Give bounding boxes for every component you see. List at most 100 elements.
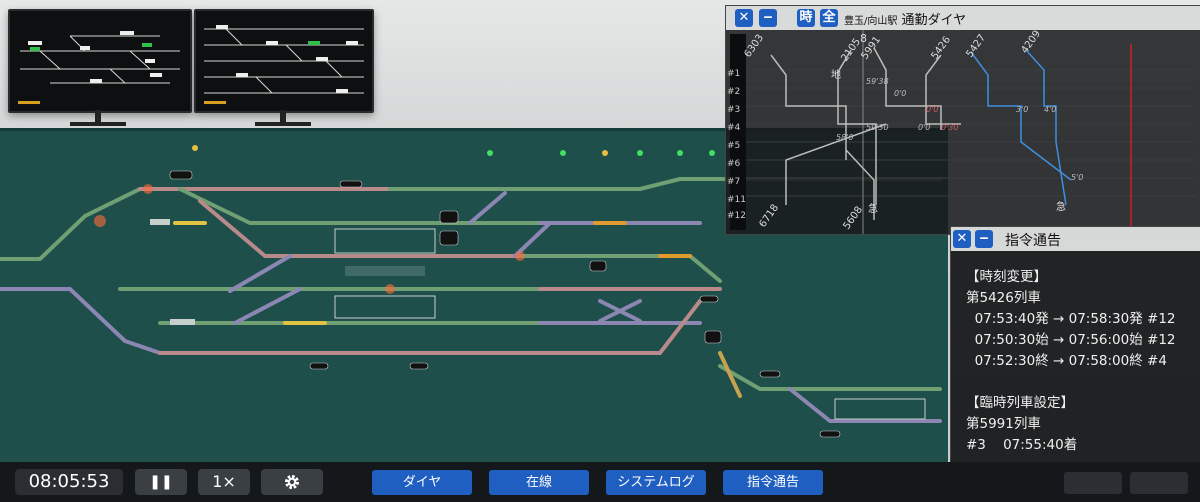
train-diagram[interactable]: 8 #1 #2 #3 #4 #5 #6 #7 #11 #12 6303 2105… [726,30,1200,234]
clock-display: 08:05:53 [15,469,123,495]
overview-map-right [204,25,364,104]
track-label: #4 [727,123,741,133]
signal-head[interactable] [699,295,719,303]
gear-icon [285,475,299,489]
track-label: #5 [727,141,740,151]
track-label: #1 [727,69,740,79]
close-icon[interactable]: ✕ [735,9,753,27]
time-label: 4'0 [1044,105,1056,114]
tab-system-log[interactable]: システムログ [606,470,706,495]
orders-window: ✕ ‒ 指令通告 【時刻変更】 第5426列車 07:53:40発 → 07:5… [950,226,1200,464]
order-line: 【臨時列車設定】 [966,395,1074,411]
train-number: 2105 [839,37,863,64]
signal-lamp [560,150,566,156]
signal-glow [385,284,395,294]
time-label: 0'30 [941,123,958,132]
minimize-icon[interactable]: ‒ [975,230,993,248]
track-label: #12 [727,211,746,221]
signal-head[interactable] [409,362,429,370]
train-number: 5608 [841,205,865,232]
signal-glow [143,184,153,194]
station-name: 豊玉/向山駅 [844,16,898,27]
track-label: #2 [727,87,740,97]
diagram-titlebar: ✕ ‒ 時 全 豊玉/向山駅 通勤ダイヤ [726,6,1200,30]
diagram-window: ✕ ‒ 時 全 豊玉/向山駅 通勤ダイヤ 8 #1 #2 #3 #4 #5 #6… [725,5,1200,235]
time-label: 3'0 [1016,105,1028,114]
track-3b[interactable] [518,254,722,283]
time-label: 0'0 [926,105,938,114]
train-line-4209[interactable] [1025,49,1067,206]
all-view-button[interactable]: 全 [820,9,838,27]
track-12[interactable] [788,387,942,423]
hour-view-button[interactable]: 時 [797,9,815,27]
train-number: 5427 [964,33,988,60]
station-nameplate [345,266,425,276]
orders-titlebar: ✕ ‒ 指令通告 [951,227,1200,251]
train-line-5991[interactable] [873,47,942,130]
track-label: #6 [727,159,741,169]
orders-content: 【時刻変更】 第5426列車 07:53:40発 → 07:58:30発 #12… [966,267,1197,456]
disabled-button [1064,472,1122,494]
time-label: 58'0 [836,133,853,142]
time-label: 0'0 [918,123,930,132]
signal-head[interactable] [704,330,722,344]
train-type-label: 地 [831,68,841,81]
platform-outline [334,295,436,319]
speed-button[interactable]: 1× [198,469,250,495]
signal-glow [94,215,106,227]
train-type-label: 急 [1056,200,1066,213]
signal-lamp [602,150,608,156]
signal-lamp [487,150,493,156]
simulator-scene: ✕ ‒ 時 全 豊玉/向山駅 通勤ダイヤ 8 #1 #2 #3 #4 #5 #6… [0,0,1200,502]
platform-outline [334,228,436,254]
time-label: 59'30 [866,123,889,132]
buffer-stop [170,319,195,325]
settings-button[interactable] [261,469,323,495]
signal-head[interactable] [819,430,841,438]
signal-head[interactable] [339,180,363,188]
train-number: 4209 [1019,30,1043,56]
diagram-name: 通勤ダイヤ [901,13,967,28]
order-line: 07:50:30始 → 07:56:00始 #12 [966,332,1176,348]
signal-head[interactable] [309,362,329,370]
minimize-icon[interactable]: ‒ [759,9,777,27]
order-line: 07:52:30終 → 07:58:00終 #4 [966,353,1167,369]
train-type-label: 急 [868,202,878,215]
signal-lamp [192,145,198,151]
order-line: 【時刻変更】 [966,269,1047,285]
order-line: #3 07:55:40着 [966,437,1078,453]
close-icon[interactable]: ✕ [953,230,971,248]
signal-lamp [637,150,643,156]
diagram-title: 豊玉/向山駅 通勤ダイヤ [844,9,966,28]
monitor-stand [255,122,311,126]
tab-orders[interactable]: 指令通告 [723,470,823,495]
signal-glow [515,251,525,261]
tab-diagram[interactable]: ダイヤ [372,470,472,495]
overview-map-left [18,31,180,104]
train-number: 6718 [757,203,781,230]
left-overview-monitor [8,9,192,113]
signal-head[interactable] [589,260,607,272]
order-line: 第5991列車 [966,416,1041,432]
order-line: 第5426列車 [966,290,1041,306]
order-line [966,372,1197,393]
signal-head[interactable] [759,370,781,378]
train-number: 5426 [929,35,953,62]
signal-head[interactable] [439,230,459,246]
signal-lamp [677,150,683,156]
right-overview-monitor [194,9,374,113]
pause-button[interactable]: ❚❚ [135,469,187,495]
track-2[interactable] [178,187,542,225]
disabled-button [1130,472,1188,494]
buffer-stop [150,219,170,225]
platform-outline [834,398,926,420]
signal-head[interactable] [439,210,459,224]
time-label: 59'38 [866,77,889,86]
time-label: 5'0 [1071,173,1083,182]
signal-head[interactable] [169,170,193,180]
track-11[interactable] [718,364,942,391]
track-label: #11 [727,195,746,205]
signal-lamp [709,150,715,156]
time-label: 0'0 [894,89,906,98]
tab-train-positions[interactable]: 在線 [489,470,589,495]
